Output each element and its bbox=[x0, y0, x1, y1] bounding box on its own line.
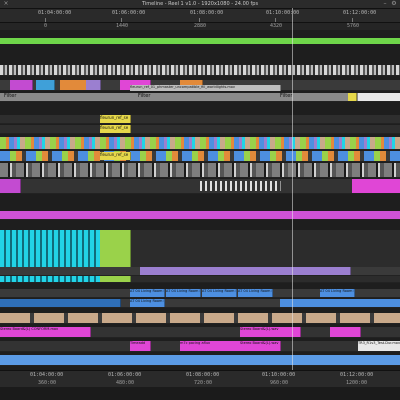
ruler-timecode: 01:06:00:00 bbox=[112, 10, 146, 16]
ruler-tick bbox=[121, 18, 122, 22]
ruler-frame: 960:00 bbox=[270, 380, 289, 386]
gfx-clip[interactable]: AT 04 Living Room Interior bbox=[202, 289, 237, 297]
track-av-1 bbox=[0, 267, 400, 276]
track-gfx: AT 04 Living Room Interior AT 04 Living … bbox=[0, 289, 400, 298]
ruler-timecode: 01:08:00:00 bbox=[186, 372, 220, 378]
gfx-clip[interactable]: AT 04 Living Room Interior bbox=[130, 289, 165, 297]
timeline-tracks: Filter Filter Filter fleurun_ref_01_phma… bbox=[0, 45, 400, 366]
clip[interactable] bbox=[0, 179, 21, 193]
gfx-clip[interactable]: AT 04 Living Room Interior bbox=[238, 289, 273, 297]
clip[interactable] bbox=[280, 299, 400, 307]
clip[interactable] bbox=[140, 267, 351, 275]
ruler-tick bbox=[352, 18, 353, 22]
window-title: Timeline - Reel 1 v1.0 - 1920x1080 - 24.… bbox=[141, 1, 259, 7]
ruler-tick bbox=[199, 18, 200, 22]
clip[interactable] bbox=[0, 299, 121, 307]
minimize-icon[interactable]: – bbox=[382, 1, 388, 7]
pacing-clip[interactable]: m7c pacing aflux bbox=[180, 341, 241, 351]
track-video-1 bbox=[0, 65, 400, 76]
filter-label[interactable]: Filter bbox=[280, 93, 292, 99]
ruler-frame: 480:00 bbox=[116, 380, 135, 386]
clip-strip[interactable] bbox=[0, 137, 400, 149]
in-out-range-bar[interactable] bbox=[0, 38, 400, 44]
track-fx: fleurun_ref_01_phmaster_uncompatible_fil… bbox=[0, 85, 400, 91]
track-gfx-2: AT 04 Living Room Interior bbox=[0, 299, 400, 308]
ruler-frame: 4320 bbox=[270, 23, 283, 29]
track-video-5 bbox=[0, 163, 400, 178]
track-tan bbox=[0, 313, 400, 324]
ruler-timecode: 01:04:00:00 bbox=[30, 372, 64, 378]
end-clip[interactable]: TR3_R1v3_Test.Dur.mov bbox=[358, 341, 400, 351]
track-blue bbox=[0, 355, 400, 366]
track-ref-2: fleurun_ref_se bbox=[0, 125, 400, 134]
ruler-timecode: 01:08:00:00 bbox=[190, 10, 224, 16]
stereo-clip[interactable]: Stereo Board&(L) CONFORM.mov bbox=[0, 327, 91, 337]
ruler-frame: 0 bbox=[44, 23, 48, 29]
clip[interactable] bbox=[348, 93, 357, 101]
ruler-tick bbox=[275, 18, 276, 22]
ruler-timecode: 01:12:00:00 bbox=[340, 372, 374, 378]
ref-clip[interactable]: fleurun_ref_se bbox=[100, 152, 131, 160]
clip-strip[interactable] bbox=[0, 313, 400, 323]
track-magenta bbox=[0, 211, 400, 220]
ruler-tick bbox=[45, 18, 46, 22]
pad-clip[interactable]: Timeadd bbox=[130, 341, 151, 351]
thumbnail-strip[interactable] bbox=[0, 65, 400, 75]
ruler-timecode: 01:12:00:00 bbox=[343, 10, 377, 16]
ref-clip[interactable]: fleurun_ref_se bbox=[100, 125, 131, 133]
ruler-timecode: 01:10:00:00 bbox=[266, 10, 300, 16]
window-titlebar: × Timeline - Reel 1 v1.0 - 1920x1080 - 2… bbox=[0, 0, 400, 9]
clip[interactable] bbox=[358, 93, 400, 101]
track-filter: Filter Filter Filter bbox=[0, 93, 400, 102]
track-ref-1: fleurun_ref_se bbox=[0, 115, 400, 124]
ruler-frame: 1200:00 bbox=[346, 380, 368, 386]
gfx-clip[interactable]: AT 04 Living Room Interior bbox=[320, 289, 355, 297]
ruler-frame: 2880 bbox=[194, 23, 207, 29]
settings-icon[interactable]: ⚙ bbox=[391, 1, 397, 7]
clip[interactable] bbox=[352, 179, 400, 193]
top-frame-ruler: 0 1440 2880 4320 5760 bbox=[0, 23, 400, 30]
ruler-frame: 5760 bbox=[347, 23, 360, 29]
gfx-clip[interactable]: AT 04 Living Room Interior bbox=[130, 299, 165, 307]
track-video-4: fleurun_ref_se bbox=[0, 151, 400, 162]
clip[interactable] bbox=[200, 181, 281, 191]
ruler-frame: 360:00 bbox=[38, 380, 57, 386]
clip-strip[interactable] bbox=[0, 163, 400, 177]
status-bar bbox=[0, 387, 400, 400]
ruler-timecode: 01:10:00:00 bbox=[262, 372, 296, 378]
track-stereo-2: Timeadd m7c pacing aflux Stereo Board&(L… bbox=[0, 341, 400, 352]
ruler-timecode: 01:06:00:00 bbox=[108, 372, 142, 378]
track-video-6 bbox=[0, 179, 400, 194]
stereo-clip[interactable]: Stereo Board&(L).wav bbox=[240, 341, 281, 351]
ruler-frame: 720:00 bbox=[194, 380, 213, 386]
playhead[interactable] bbox=[292, 8, 293, 400]
top-timecode-ruler[interactable]: 01:04:00:00 01:06:00:00 01:08:00:00 01:1… bbox=[0, 9, 400, 23]
ruler-frame: 1440 bbox=[116, 23, 129, 29]
filter-label[interactable]: Filter bbox=[4, 93, 16, 99]
fx-clip[interactable]: fleurun_ref_01_phmaster_uncompatible_fil… bbox=[130, 85, 281, 91]
track-stereo: Stereo Board&(L) CONFORM.mov Stereo Boar… bbox=[0, 327, 400, 338]
clip-strip[interactable] bbox=[0, 151, 400, 161]
gfx-clip[interactable]: AT 04 Living Room Interior bbox=[166, 289, 201, 297]
clip[interactable] bbox=[0, 211, 400, 219]
clip[interactable] bbox=[330, 327, 361, 337]
clip[interactable] bbox=[0, 355, 400, 365]
ruler-timecode: 01:04:00:00 bbox=[38, 10, 72, 16]
track-video-3 bbox=[0, 137, 400, 150]
bottom-timecode-ruler[interactable]: 01:04:00:00 01:06:00:00 01:08:00:00 01:1… bbox=[0, 370, 400, 387]
filter-label[interactable]: Filter bbox=[138, 93, 150, 99]
ref-clip[interactable]: fleurun_ref_se bbox=[100, 115, 131, 123]
